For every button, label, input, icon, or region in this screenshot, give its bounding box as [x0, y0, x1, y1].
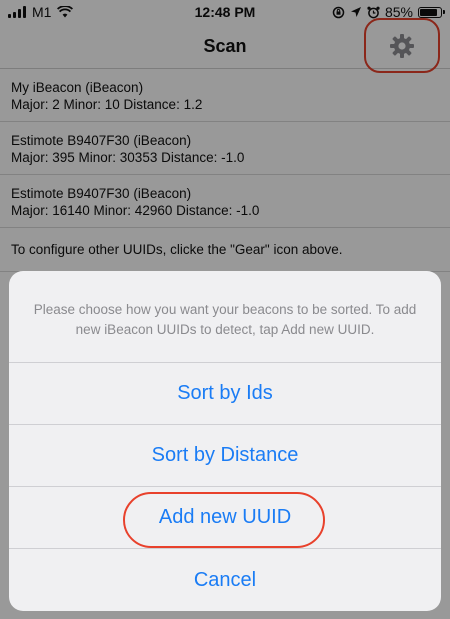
sort-by-distance-label: Sort by Distance — [151, 444, 299, 466]
sort-by-ids-label: Sort by Ids — [177, 382, 273, 404]
action-sheet: Please choose how you want your beacons … — [9, 271, 441, 611]
action-sheet-message: Please choose how you want your beacons … — [9, 271, 441, 363]
sort-by-ids-button[interactable]: Sort by Ids — [9, 363, 441, 425]
cancel-label: Cancel — [193, 568, 257, 591]
highlight-ring — [123, 492, 325, 548]
cancel-button[interactable]: Cancel — [9, 549, 441, 611]
add-new-uuid-button[interactable]: Add new UUID — [9, 487, 441, 549]
sort-by-distance-button[interactable]: Sort by Distance — [9, 425, 441, 487]
